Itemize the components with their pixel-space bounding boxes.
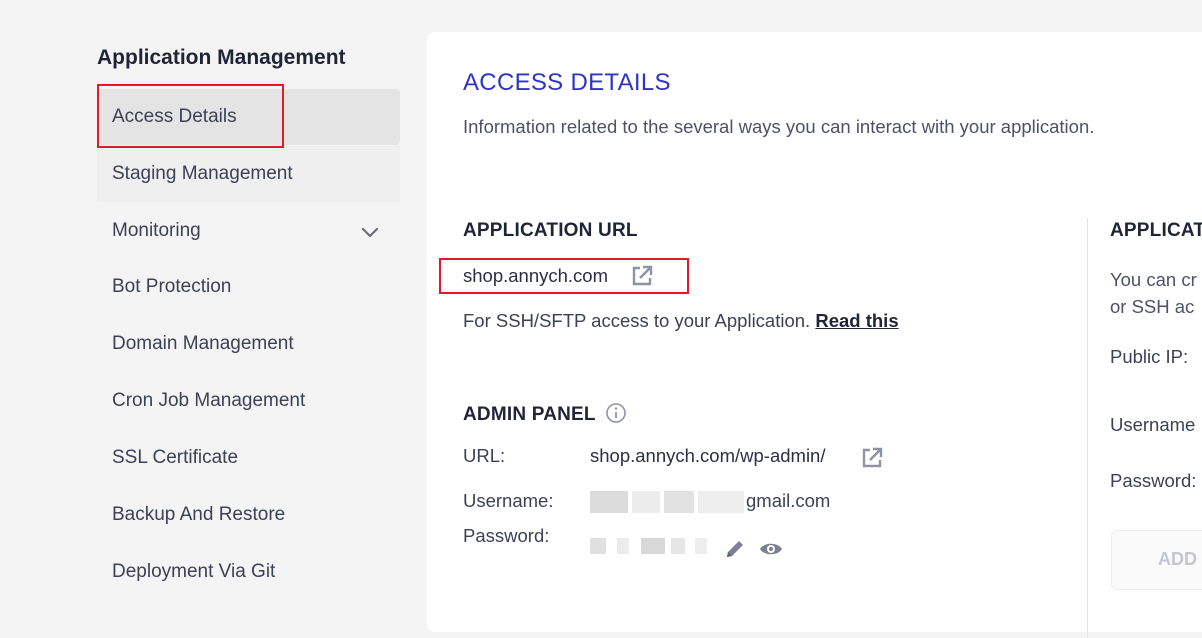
ssh-password-label: Password: [1110, 470, 1197, 491]
admin-password-label: Password: [463, 525, 550, 546]
sidebar-item-label: Domain Management [112, 333, 294, 354]
eye-icon[interactable] [759, 540, 783, 558]
column-divider [1087, 218, 1088, 638]
sidebar-item-label: Backup And Restore [112, 504, 286, 525]
access-details-card: ACCESS DETAILS Information related to th… [427, 32, 1202, 638]
application-url-heading: APPLICATION URL [463, 220, 638, 241]
page-title: ACCESS DETAILS [463, 69, 671, 96]
public-ip-label: Public IP: [1110, 346, 1189, 367]
sidebar-item-label: Access Details [112, 106, 237, 127]
pencil-icon[interactable] [724, 538, 746, 560]
sidebar-item-label: Staging Management [112, 163, 293, 184]
info-icon[interactable] [605, 402, 627, 424]
read-this-link[interactable]: Read this [815, 310, 898, 331]
admin-username-value: gmail.com [746, 490, 831, 511]
sidebar-item-backup-and-restore[interactable]: Backup And Restore [97, 487, 400, 543]
application-credentials-heading: APPLICAT [1110, 220, 1202, 241]
admin-url-label: URL: [463, 445, 506, 466]
application-url-link[interactable]: shop.annych.com [463, 265, 608, 287]
external-link-icon[interactable] [629, 263, 655, 289]
admin-panel-heading: ADMIN PANEL [463, 404, 596, 425]
ssh-access-text: For SSH/SFTP access to your Application.… [463, 310, 899, 332]
sidebar-item-ssl-certificate[interactable]: SSL Certificate [97, 430, 400, 486]
sidebar-item-cron-job-management[interactable]: Cron Job Management [97, 373, 400, 429]
add-button[interactable]: ADD [1111, 530, 1202, 590]
sidebar-item-bot-protection[interactable]: Bot Protection [97, 259, 400, 315]
admin-url-link[interactable]: shop.annych.com/wp-admin/ [590, 445, 825, 467]
sidebar-item-monitoring[interactable]: Monitoring [97, 203, 400, 259]
sidebar-item-label: Cron Job Management [112, 390, 306, 411]
sidebar-item-label: Bot Protection [112, 276, 232, 297]
ssh-access-label: For SSH/SFTP access to your Application. [463, 310, 811, 331]
sidebar-item-label: Monitoring [112, 220, 201, 241]
page-subtitle: Information related to the several ways … [463, 116, 1095, 137]
sidebar-item-label: SSL Certificate [112, 447, 239, 468]
sidebar-item-label: Deployment Via Git [112, 561, 276, 582]
sidebar-item-staging-management[interactable]: Staging Management [97, 146, 400, 202]
chevron-down-icon[interactable] [360, 222, 380, 242]
admin-username-label: Username: [463, 490, 554, 511]
sidebar-item-domain-management[interactable]: Domain Management [97, 316, 400, 372]
credentials-description-line2: or SSH ac [1110, 296, 1195, 317]
sidebar-heading: Application Management [97, 46, 346, 69]
credentials-description-line1: You can cr [1110, 269, 1197, 290]
external-link-icon[interactable] [859, 445, 885, 471]
sidebar-item-access-details[interactable]: Access Details [97, 89, 400, 145]
ssh-username-label: Username [1110, 414, 1196, 435]
